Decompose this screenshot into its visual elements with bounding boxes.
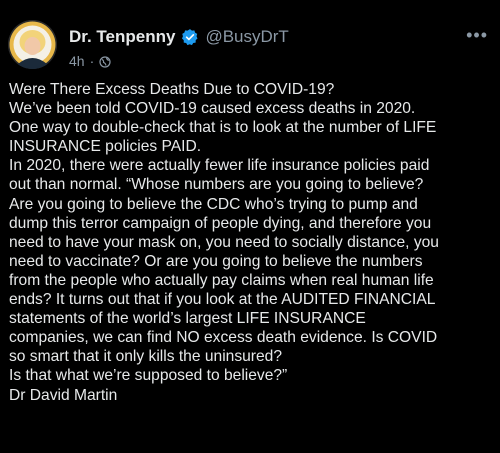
post-signature: Dr David Martin xyxy=(9,386,118,404)
post-line: Is that what we’re supposed to believe?” xyxy=(9,367,288,385)
author-handle[interactable]: @BusyDrT xyxy=(205,27,288,47)
post-line: We’ve been told COVID-19 caused excess d… xyxy=(9,100,416,118)
post-line: statements of the world’s largest LIFE I… xyxy=(9,310,366,328)
post-line: companies, we can find NO excess death e… xyxy=(9,329,438,347)
profile-photo xyxy=(8,20,57,69)
author-name[interactable]: Dr. Tenpenny xyxy=(69,27,175,47)
post-line: ends? It turns out that if you look at t… xyxy=(9,291,436,309)
post-line: One way to double-check that is to look … xyxy=(9,119,437,137)
post-header: Dr. Tenpenny @BusyDrT xyxy=(69,27,289,47)
post-line: need to vaccinate? Or are you going to b… xyxy=(9,252,423,270)
more-options-button[interactable]: ••• xyxy=(466,26,488,44)
post-meta: 4h · xyxy=(69,53,111,69)
post-line: In 2020, there were actually fewer life … xyxy=(9,157,430,175)
post-timestamp[interactable]: 4h xyxy=(69,53,85,69)
post-line: so smart that it only kills the uninsure… xyxy=(9,348,283,366)
post-line: out than normal. “Whose numbers are you … xyxy=(9,176,424,194)
post-line: Were There Excess Deaths Due to COVID-19… xyxy=(9,81,335,98)
meta-separator: · xyxy=(89,53,95,69)
post-body: Were There Excess Deaths Due to COVID-19… xyxy=(9,80,495,405)
globe-icon xyxy=(99,55,111,68)
post-line: Are you going to believe the CDC who’s t… xyxy=(9,195,418,213)
post-line: need to have your mask on, you need to s… xyxy=(9,233,439,251)
verified-badge-icon xyxy=(181,28,199,46)
post-line: from the people who actually pay claims … xyxy=(9,271,434,289)
post-line: INSURANCE policies PAID. xyxy=(9,138,202,156)
avatar[interactable] xyxy=(8,20,57,69)
post: Dr. Tenpenny @BusyDrT 4h · ••• Were Ther… xyxy=(0,0,500,453)
post-line: dump this terror campaign of people dyin… xyxy=(9,214,432,232)
